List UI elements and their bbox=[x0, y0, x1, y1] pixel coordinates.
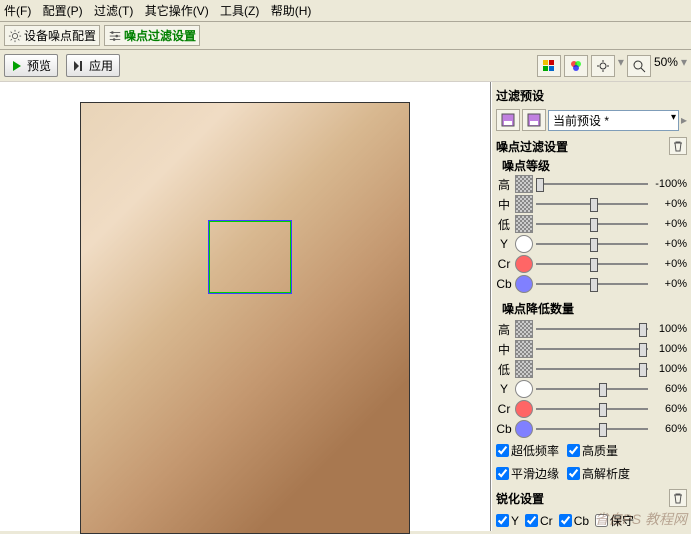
slider-level-y[interactable] bbox=[536, 236, 648, 252]
chk-ultralow[interactable]: 超低频率 bbox=[496, 442, 559, 459]
label-cb: Cb bbox=[496, 277, 512, 291]
slider-reduce-cr[interactable] bbox=[536, 401, 648, 417]
sun-icon bbox=[596, 59, 610, 73]
color-tool-1[interactable] bbox=[537, 55, 561, 77]
val-level-cb: +0% bbox=[651, 278, 687, 290]
menu-filter[interactable]: 过滤(T) bbox=[94, 4, 133, 18]
val-level-low: +0% bbox=[651, 218, 687, 230]
slider-reduce-cb[interactable] bbox=[536, 421, 648, 437]
preview-button[interactable]: 预览 bbox=[4, 54, 58, 77]
swatch-cb bbox=[515, 275, 533, 293]
swatch-cr bbox=[515, 255, 533, 273]
val-level-mid: +0% bbox=[651, 198, 687, 210]
menu-help[interactable]: 帮助(H) bbox=[271, 4, 312, 18]
sliders-icon bbox=[108, 29, 122, 43]
reset-sharpen-button[interactable] bbox=[669, 489, 687, 507]
disk-icon bbox=[527, 113, 541, 127]
label-cr: Cr bbox=[496, 257, 512, 271]
noise-filter-section-title: 噪点过滤设置 bbox=[496, 138, 568, 155]
noise-level-subtitle: 噪点等级 bbox=[494, 157, 689, 174]
disk-icon bbox=[501, 113, 515, 127]
val-reduce-mid: 100% bbox=[651, 343, 687, 355]
slider-reduce-low[interactable] bbox=[536, 361, 648, 377]
canvas-area[interactable] bbox=[0, 82, 491, 531]
color-tool-2[interactable] bbox=[564, 55, 588, 77]
menu-other[interactable]: 其它操作(V) bbox=[145, 4, 209, 18]
zoom-dropdown-arrow[interactable]: ▾ bbox=[681, 55, 687, 77]
preset-dropdown[interactable]: 当前预设 * bbox=[548, 110, 679, 131]
zoom-level: 50% bbox=[654, 55, 678, 77]
swatch-y bbox=[515, 235, 533, 253]
slider-level-high[interactable] bbox=[536, 176, 648, 192]
device-noise-config-button[interactable]: 设备噪点配置 bbox=[4, 25, 100, 46]
label-mid: 中 bbox=[496, 196, 512, 213]
trash-icon bbox=[672, 140, 684, 152]
trash-icon bbox=[672, 492, 684, 504]
val-level-high: -100% bbox=[651, 178, 687, 190]
slider-reduce-high[interactable] bbox=[536, 321, 648, 337]
val-reduce-low: 100% bbox=[651, 363, 687, 375]
menu-tools[interactable]: 工具(Z) bbox=[220, 4, 259, 18]
preview-label: 预览 bbox=[27, 57, 51, 74]
chk-highquality[interactable]: 高质量 bbox=[567, 442, 618, 459]
label-low: 低 bbox=[496, 216, 512, 233]
menu-file[interactable]: 件(F) bbox=[4, 4, 31, 18]
label-high: 高 bbox=[496, 176, 512, 193]
magnifier-icon bbox=[632, 59, 646, 73]
slider-level-mid[interactable] bbox=[536, 196, 648, 212]
settings-panel: 过滤预设 当前预设 * ▸ 噪点过滤设置 噪点等级 高 -100% 中 +0% 低 +… bbox=[491, 82, 691, 531]
preset-menu-arrow[interactable]: ▸ bbox=[681, 113, 687, 127]
val-reduce-cb: 60% bbox=[651, 423, 687, 435]
menu-bar: 件(F) 配置(P) 过滤(T) 其它操作(V) 工具(Z) 帮助(H) bbox=[0, 0, 691, 22]
swatch-high bbox=[515, 175, 533, 193]
image-preview bbox=[80, 102, 410, 534]
chk-sharpen-y[interactable]: Y bbox=[496, 512, 519, 529]
val-level-cr: +0% bbox=[651, 258, 687, 270]
slider-reduce-y[interactable] bbox=[536, 381, 648, 397]
brightness-tool[interactable] bbox=[591, 55, 615, 77]
preset-save-button[interactable] bbox=[496, 109, 520, 131]
skip-icon bbox=[73, 60, 85, 72]
gear-icon bbox=[8, 29, 22, 43]
apply-button[interactable]: 应用 bbox=[66, 54, 120, 77]
swatch-icon bbox=[542, 59, 556, 73]
slider-level-cr[interactable] bbox=[536, 256, 648, 272]
val-reduce-y: 60% bbox=[651, 383, 687, 395]
apply-label: 应用 bbox=[89, 57, 113, 74]
toolbar-actions: 预览 应用 ▾ 50% ▾ bbox=[0, 50, 691, 82]
zoom-tool[interactable] bbox=[627, 55, 651, 77]
chk-preserve[interactable]: 保守 bbox=[595, 512, 634, 529]
val-level-y: +0% bbox=[651, 238, 687, 250]
swatch-low bbox=[515, 215, 533, 233]
device-noise-config-label: 设备噪点配置 bbox=[24, 27, 96, 44]
slider-level-cb[interactable] bbox=[536, 276, 648, 292]
reset-noise-filter-button[interactable] bbox=[669, 137, 687, 155]
noise-filter-settings-button[interactable]: 噪点过滤设置 bbox=[104, 25, 200, 46]
preset-current-label: 当前预设 * bbox=[553, 114, 609, 128]
play-icon bbox=[11, 60, 23, 72]
chk-smoothedge[interactable]: 平滑边缘 bbox=[496, 465, 559, 482]
main-area: 过滤预设 当前预设 * ▸ 噪点过滤设置 噪点等级 高 -100% 中 +0% 低 +… bbox=[0, 82, 691, 531]
menu-config[interactable]: 配置(P) bbox=[43, 4, 83, 18]
toolbar-settings: 设备噪点配置 噪点过滤设置 bbox=[0, 22, 691, 50]
chk-sharpen-cb[interactable]: Cb bbox=[559, 512, 589, 529]
swatch-mid bbox=[515, 195, 533, 213]
noise-reduce-subtitle: 噪点降低数量 bbox=[494, 294, 689, 319]
noise-filter-settings-label: 噪点过滤设置 bbox=[124, 27, 196, 44]
filter-preset-title: 过滤预设 bbox=[494, 84, 689, 107]
preset-save-as-button[interactable] bbox=[522, 109, 546, 131]
val-reduce-high: 100% bbox=[651, 323, 687, 335]
val-reduce-cr: 60% bbox=[651, 403, 687, 415]
preset-row: 当前预设 * ▸ bbox=[494, 107, 689, 133]
chk-sharpen-cr[interactable]: Cr bbox=[525, 512, 553, 529]
toolbar-separator: ▾ bbox=[618, 55, 624, 77]
rgb-icon bbox=[569, 59, 583, 73]
slider-reduce-mid[interactable] bbox=[536, 341, 648, 357]
selection-rectangle[interactable] bbox=[209, 221, 291, 293]
label-y: Y bbox=[496, 237, 512, 251]
slider-level-low[interactable] bbox=[536, 216, 648, 232]
chk-highres[interactable]: 高解析度 bbox=[567, 465, 630, 482]
sharpen-section-title: 锐化设置 bbox=[496, 490, 544, 507]
